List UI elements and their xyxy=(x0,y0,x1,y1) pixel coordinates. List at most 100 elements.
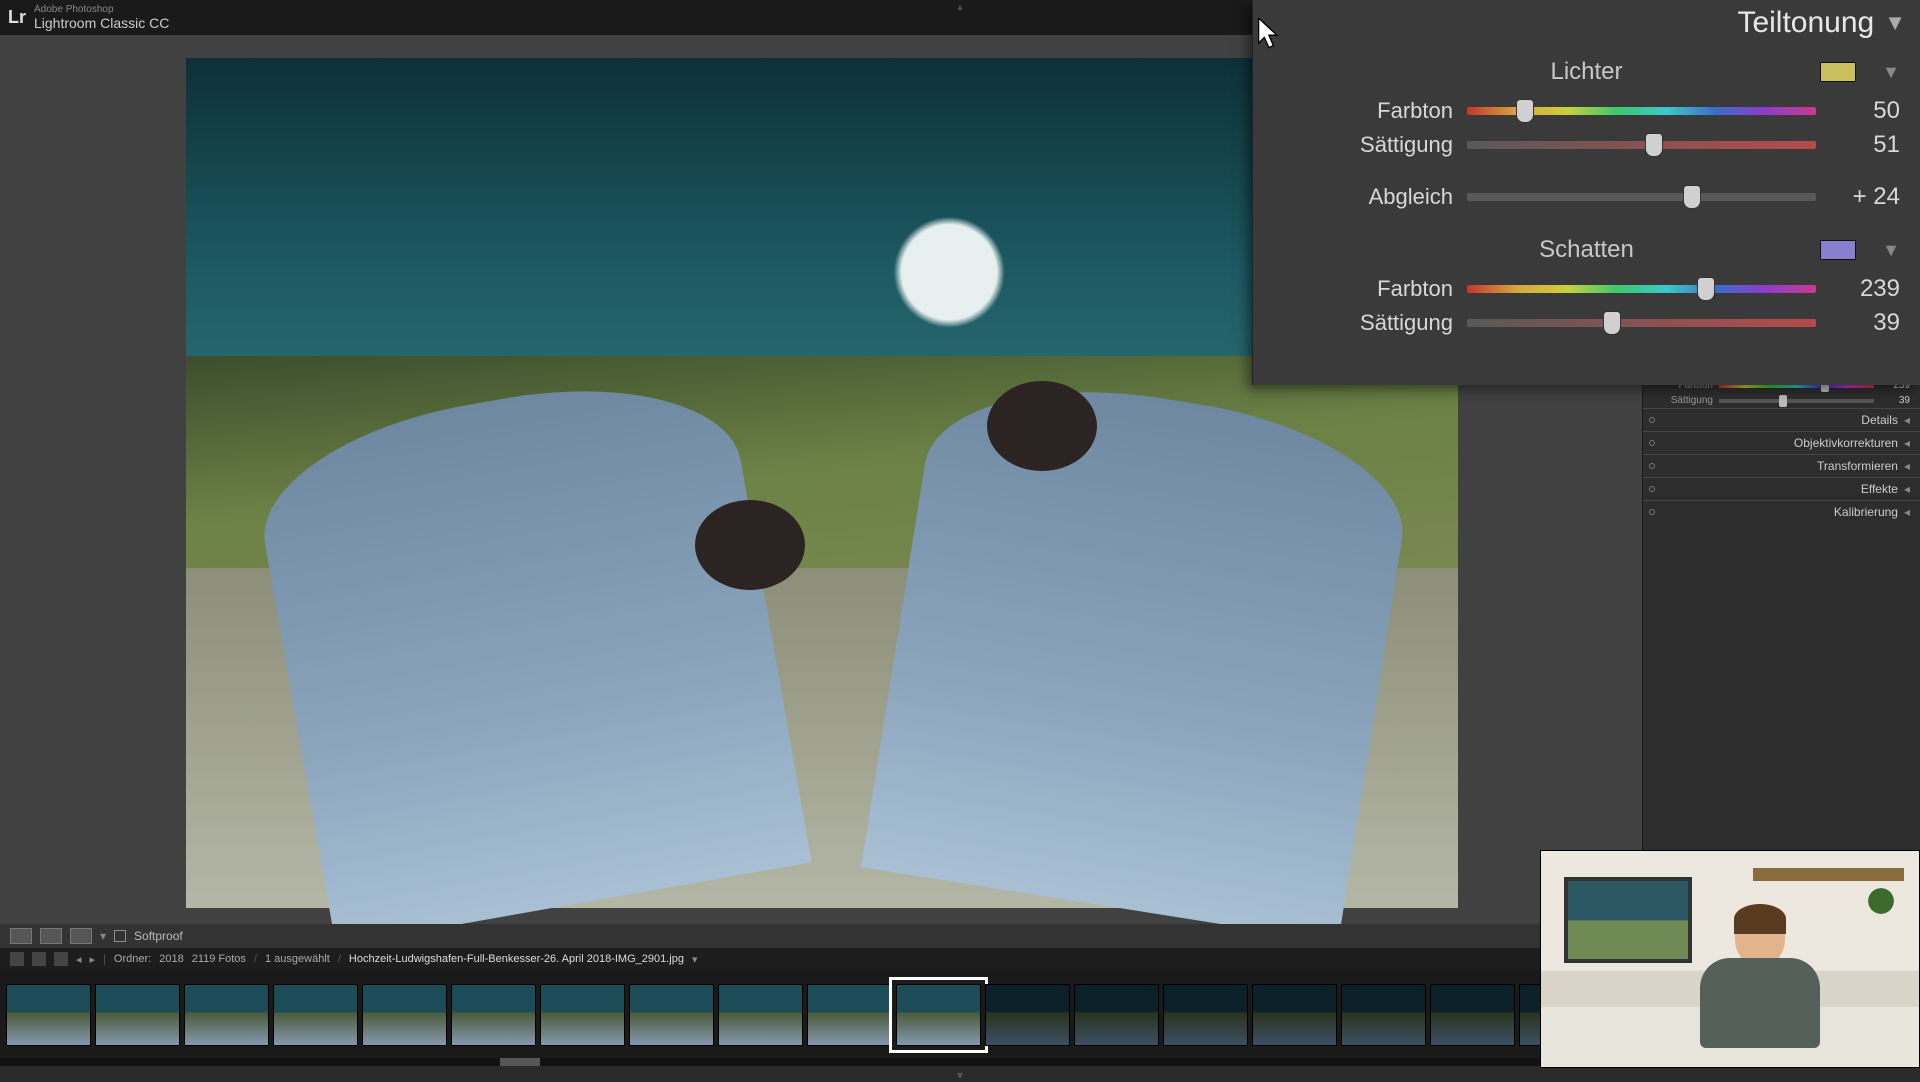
filmstrip-thumb[interactable] xyxy=(1252,984,1337,1046)
mini-shadow-sat-label: Sättigung xyxy=(1653,395,1713,406)
shadows-hue-value[interactable]: 239 xyxy=(1830,275,1900,303)
nav-fwd-icon[interactable]: ▸ xyxy=(90,953,96,966)
secondary-display-button[interactable] xyxy=(10,952,24,966)
filmstrip-thumb[interactable] xyxy=(718,984,803,1046)
shadows-heading: Schatten xyxy=(1539,236,1634,264)
split-toning-panel-header[interactable]: Teiltonung ▼ xyxy=(1253,0,1920,54)
filmstrip-thumb[interactable] xyxy=(273,984,358,1046)
filmstrip-thumb[interactable] xyxy=(1074,984,1159,1046)
filmstrip-thumb[interactable] xyxy=(1341,984,1426,1046)
highlights-hue-value[interactable]: 50 xyxy=(1830,97,1900,125)
filmstrip-thumb[interactable] xyxy=(184,984,269,1046)
photo-region-leg-right xyxy=(861,363,1418,942)
shadows-sat-slider[interactable] xyxy=(1467,319,1816,327)
panel-header-objektivkorrekturen[interactable]: Objektivkorrekturen◂ xyxy=(1643,431,1920,454)
shadows-sat-knob[interactable] xyxy=(1603,311,1621,335)
panel-header-label: Transformieren xyxy=(1817,459,1898,473)
shadows-sat-row: Sättigung 39 xyxy=(1253,306,1920,340)
webcam-person xyxy=(1700,904,1820,1054)
mini-shadow-sat-value[interactable]: 39 xyxy=(1880,395,1910,406)
mini-shadow-sat-slider[interactable] xyxy=(1719,399,1874,403)
highlights-swatch-dropdown-icon[interactable]: ▼ xyxy=(1882,62,1900,83)
balance-value[interactable]: + 24 xyxy=(1830,183,1900,211)
view-mode-before-after-button[interactable] xyxy=(70,928,92,944)
grid-icon[interactable] xyxy=(54,952,68,966)
secondary-display-mode-button[interactable] xyxy=(32,952,46,966)
folder-year[interactable]: 2018 xyxy=(159,953,183,965)
highlights-sat-value[interactable]: 51 xyxy=(1830,131,1900,159)
panel-header-label: Details xyxy=(1861,413,1898,427)
balance-row: Abgleich + 24 xyxy=(1253,180,1920,214)
panel-collapse-icon[interactable]: ◂ xyxy=(1904,459,1910,473)
balance-knob[interactable] xyxy=(1683,185,1701,209)
panel-toggle-icon[interactable] xyxy=(1649,509,1655,515)
app-name: Lightroom Classic CC xyxy=(34,15,169,31)
balance-label: Abgleich xyxy=(1253,184,1453,210)
split-toning-panel-title: Teiltonung xyxy=(1737,6,1874,40)
panel-collapse-icon[interactable]: ◂ xyxy=(1904,436,1910,450)
panel-toggle-icon[interactable] xyxy=(1649,463,1655,469)
panel-toggle-icon[interactable] xyxy=(1649,440,1655,446)
shadows-swatch-dropdown-icon[interactable]: ▼ xyxy=(1882,240,1900,261)
split-toning-panel: Teiltonung ▼ Lichter ▼ Farbton 50 Sättig… xyxy=(1252,0,1920,385)
panel-header-effekte[interactable]: Effekte ◂ xyxy=(1643,477,1920,500)
current-file-path[interactable]: Hochzeit-Ludwigshafen-Full-Benkesser-26.… xyxy=(349,953,684,965)
view-mode-single-button[interactable] xyxy=(10,928,32,944)
highlights-hue-row: Farbton 50 xyxy=(1253,94,1920,128)
highlights-hue-slider[interactable] xyxy=(1467,107,1816,115)
shadows-sat-label: Sättigung xyxy=(1253,310,1453,336)
filmstrip-thumb[interactable] xyxy=(629,984,714,1046)
panel-header-label: Effekte xyxy=(1861,482,1898,496)
selected-count: 1 ausgewählt xyxy=(265,953,330,965)
highlights-sat-row: Sättigung 51 xyxy=(1253,128,1920,162)
folder-label: Ordner: xyxy=(114,953,151,965)
breadcrumb-sep-2: / xyxy=(254,953,257,965)
webcam-person-hair xyxy=(1734,904,1786,934)
split-toning-panel-collapse-icon[interactable]: ▼ xyxy=(1884,10,1906,36)
filmstrip-thumb[interactable] xyxy=(1430,984,1515,1046)
view-toolbar: ▾ Softproof xyxy=(0,924,1642,948)
panel-collapse-icon[interactable]: ◂ xyxy=(1904,413,1910,427)
shadows-hue-slider[interactable] xyxy=(1467,285,1816,293)
highlights-color-swatch[interactable] xyxy=(1820,62,1856,82)
shadows-sat-value[interactable]: 39 xyxy=(1830,309,1900,337)
filmstrip-thumb[interactable] xyxy=(807,984,892,1046)
filmstrip-thumb[interactable] xyxy=(451,984,536,1046)
view-mode-dropdown-icon[interactable]: ▾ xyxy=(100,929,106,943)
panel-header-transformieren[interactable]: Transformieren ◂ xyxy=(1643,454,1920,477)
breadcrumb-sep-3: / xyxy=(338,953,341,965)
highlights-sat-knob[interactable] xyxy=(1645,133,1663,157)
highlights-hue-label: Farbton xyxy=(1253,98,1453,124)
filmstrip-thumb[interactable] xyxy=(896,984,981,1046)
app-vendor: Adobe Photoshop xyxy=(34,4,169,15)
filmstrip-thumb[interactable] xyxy=(985,984,1070,1046)
filmstrip-thumb[interactable] xyxy=(1163,984,1248,1046)
shadows-color-swatch[interactable] xyxy=(1820,240,1856,260)
filmstrip-thumb[interactable] xyxy=(540,984,625,1046)
highlights-sat-slider[interactable] xyxy=(1467,141,1816,149)
filmstrip-thumb[interactable] xyxy=(362,984,447,1046)
panel-header-kalibrierung[interactable]: Kalibrierung ◂ xyxy=(1643,500,1920,523)
filmstrip-scroll-handle[interactable] xyxy=(500,1058,540,1066)
panel-collapse-icon[interactable]: ◂ xyxy=(1904,505,1910,519)
filmstrip-thumb[interactable] xyxy=(6,984,91,1046)
panel-collapse-icon[interactable]: ◂ xyxy=(1904,482,1910,496)
panel-header-details[interactable]: Details ◂ xyxy=(1643,408,1920,431)
nav-back-icon[interactable]: ◂ xyxy=(76,953,82,966)
panel-toggle-icon[interactable] xyxy=(1649,486,1655,492)
highlights-heading-row: Lichter ▼ xyxy=(1253,54,1920,94)
shadows-hue-knob[interactable] xyxy=(1697,277,1715,301)
path-dropdown-icon[interactable]: ▾ xyxy=(692,953,698,966)
filmstrip-thumb[interactable] xyxy=(95,984,180,1046)
panel-toggle-icon[interactable] xyxy=(1649,417,1655,423)
highlights-hue-knob[interactable] xyxy=(1516,99,1534,123)
softproof-checkbox[interactable] xyxy=(114,930,126,942)
top-collapse-handle[interactable]: ▴ xyxy=(948,2,972,12)
balance-slider[interactable] xyxy=(1467,193,1816,201)
mini-shadow-sat-knob[interactable] xyxy=(1779,395,1787,407)
filmstrip[interactable] xyxy=(0,970,1642,1060)
view-mode-compare-button[interactable] xyxy=(40,928,62,944)
panel-header-label: Kalibrierung xyxy=(1834,505,1898,519)
highlights-heading: Lichter xyxy=(1550,58,1622,86)
photo-count: 2119 Fotos xyxy=(192,953,246,965)
